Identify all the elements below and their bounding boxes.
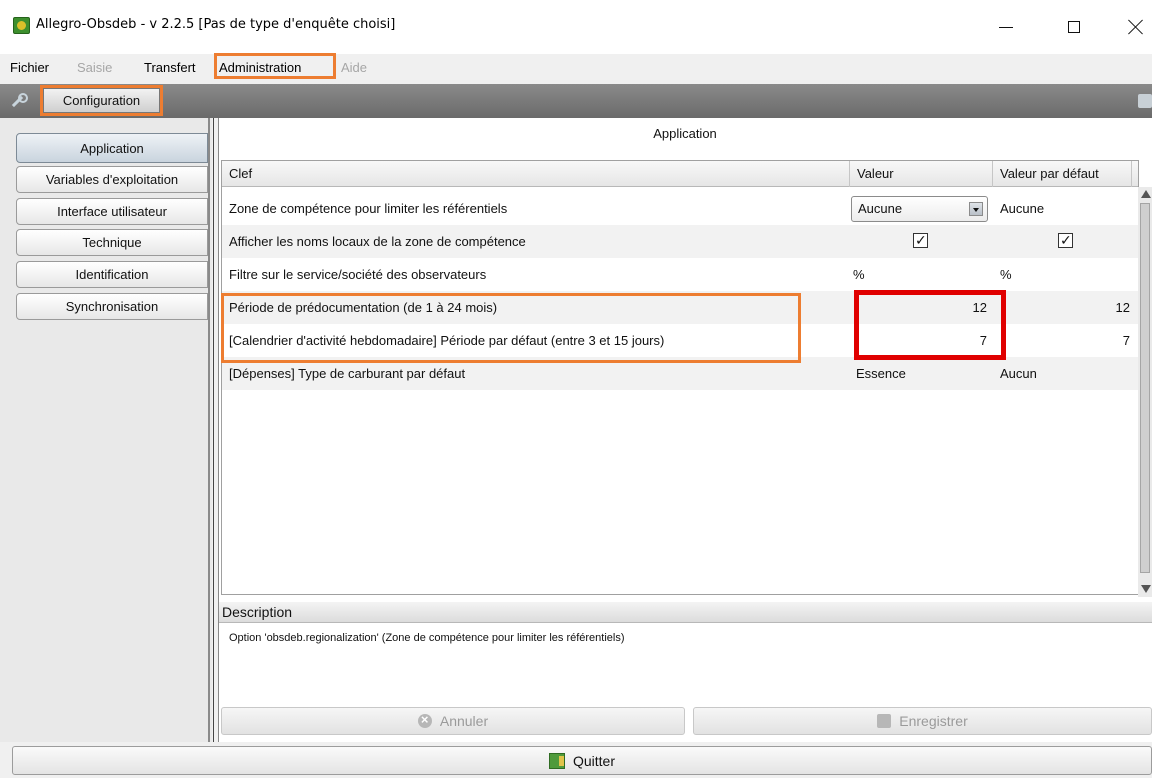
close-button[interactable]: [1116, 12, 1152, 42]
scroll-down-icon[interactable]: [1141, 585, 1151, 593]
select-value: Aucune: [858, 201, 903, 216]
tab-application[interactable]: Application: [16, 133, 208, 163]
section-title: Application: [653, 126, 717, 141]
close-icon: [1128, 19, 1144, 35]
description-text: Option 'obsdeb.regionalization' (Zone de…: [229, 632, 625, 644]
menu-aide[interactable]: Aide: [341, 60, 367, 75]
minimize-button[interactable]: [986, 12, 1026, 42]
row-key: Période de prédocumentation (de 1 à 24 m…: [229, 300, 498, 315]
table-row[interactable]: [Dépenses] Type de carburant par défaut …: [222, 357, 1138, 390]
tab-technique[interactable]: Technique: [16, 229, 208, 256]
table-row[interactable]: Afficher les noms locaux de la zone de c…: [222, 225, 1138, 258]
row-value[interactable]: 12: [850, 291, 987, 324]
tab-synchronisation[interactable]: Synchronisation: [16, 293, 208, 320]
table-row[interactable]: Filtre sur le service/société des observ…: [222, 258, 1138, 291]
row-value[interactable]: Essence: [856, 357, 906, 390]
column-header-valeur-defaut[interactable]: Valeur par défaut: [993, 161, 1132, 187]
tools-icon: [9, 92, 28, 110]
settings-table: Clef Valeur Valeur par défaut Zone de co…: [221, 160, 1152, 597]
column-header-clef[interactable]: Clef: [222, 161, 850, 187]
cancel-icon: [417, 712, 432, 728]
maximize-button[interactable]: [1054, 12, 1094, 42]
save-button[interactable]: Enregistrer: [693, 707, 1152, 735]
minimize-icon: [999, 26, 1013, 28]
title-bar: Allegro-Obsdeb - v 2.2.5 [Pas de type d'…: [0, 0, 1152, 54]
tab-variables-exploitation[interactable]: Variables d'exploitation: [16, 166, 208, 193]
row-key: [Calendrier d'activité hebdomadaire] Pér…: [229, 333, 665, 348]
scrollbar-thumb[interactable]: [1140, 203, 1150, 573]
menu-administration[interactable]: Administration: [219, 60, 301, 75]
menu-bar: Fichier Saisie Transfert Administration …: [0, 54, 1152, 82]
cancel-label: Annuler: [439, 713, 489, 729]
exit-icon: [548, 752, 565, 769]
row-default: %: [1000, 267, 1012, 282]
tab-divider: [208, 118, 210, 742]
tab-interface-utilisateur[interactable]: Interface utilisateur: [16, 198, 208, 225]
value-checkbox[interactable]: [913, 231, 928, 249]
table-row[interactable]: Période de prédocumentation (de 1 à 24 m…: [222, 291, 1138, 324]
row-value[interactable]: %: [853, 258, 865, 291]
row-key: Zone de compétence pour limiter les réfé…: [229, 201, 508, 216]
table-row[interactable]: [Calendrier d'activité hebdomadaire] Pér…: [222, 324, 1138, 357]
row-default: Aucune: [1000, 201, 1045, 216]
quit-label: Quitter: [572, 752, 615, 769]
row-default: 7: [1122, 333, 1130, 348]
row-key: Filtre sur le service/société des observ…: [229, 267, 487, 282]
zone-competence-select[interactable]: Aucune: [851, 196, 988, 222]
help-icon[interactable]: [1138, 94, 1152, 108]
vertical-scrollbar[interactable]: [1138, 187, 1152, 597]
row-key: [Dépenses] Type de carburant par défaut: [229, 366, 466, 381]
cancel-button[interactable]: Annuler: [221, 707, 685, 735]
scroll-up-icon[interactable]: [1141, 190, 1151, 198]
row-default: Aucun: [1000, 366, 1037, 381]
menu-saisie[interactable]: Saisie: [77, 60, 112, 75]
default-checkbox: [1058, 231, 1073, 249]
table-row[interactable]: Zone de compétence pour limiter les réfé…: [222, 192, 1138, 225]
tab-identification[interactable]: Identification: [16, 261, 208, 288]
maximize-icon: [1068, 21, 1080, 33]
save-label: Enregistrer: [899, 713, 968, 729]
configuration-button[interactable]: Configuration: [43, 88, 160, 113]
menu-fichier[interactable]: Fichier: [10, 60, 49, 75]
app-logo-icon: [13, 17, 30, 34]
menu-transfert[interactable]: Transfert: [144, 60, 196, 75]
window-title: Allegro-Obsdeb - v 2.2.5 [Pas de type d'…: [36, 17, 396, 32]
description-header: Description: [219, 602, 1152, 623]
row-default: 12: [1115, 300, 1130, 315]
row-key: Afficher les noms locaux de la zone de c…: [229, 234, 526, 249]
tab-divider-line: [213, 118, 214, 742]
tool-strip: [0, 84, 1152, 118]
row-value[interactable]: 7: [850, 324, 987, 357]
save-icon: [877, 714, 892, 728]
table-header: Clef Valeur Valeur par défaut: [222, 161, 1138, 187]
quit-button[interactable]: Quitter: [12, 746, 1152, 775]
chevron-down-icon[interactable]: [969, 202, 983, 216]
column-header-valeur[interactable]: Valeur: [850, 161, 993, 187]
